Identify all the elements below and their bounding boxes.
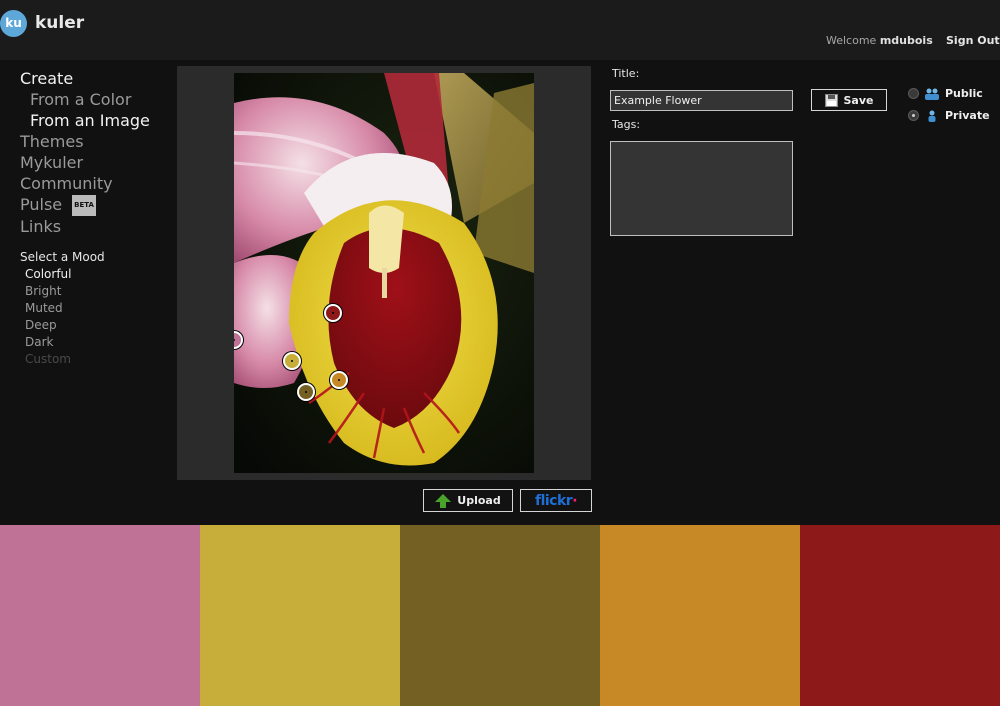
theme-swatches (0, 525, 1000, 706)
username: mdubois (879, 34, 933, 47)
nav-mykuler[interactable]: Mykuler (20, 152, 150, 173)
welcome-prefix: Welcome (826, 34, 877, 47)
swatch-5[interactable] (800, 525, 1000, 706)
mood-custom: Custom (25, 352, 71, 366)
app-name: kuler (35, 13, 85, 33)
save-label: Save (843, 93, 874, 107)
beta-badge: BETA (72, 195, 96, 216)
save-button[interactable]: Save (811, 89, 887, 111)
swatch-4[interactable] (600, 525, 800, 706)
flower-image (234, 73, 534, 473)
mood-deep[interactable]: Deep (20, 317, 105, 334)
title-label: Title: (612, 67, 640, 80)
flickr-logo: flickr· (534, 492, 578, 509)
swatch-2[interactable] (200, 525, 400, 706)
mood-title: Select a Mood (20, 250, 105, 264)
flickr-logo-text: flickr (534, 492, 573, 509)
mood-bright[interactable]: Bright (20, 283, 105, 300)
nav-pulse-label: Pulse (20, 195, 63, 214)
color-picker-4[interactable] (330, 371, 348, 389)
group-users-icon (925, 88, 939, 100)
tags-label: Tags: (612, 118, 641, 131)
kuler-logo[interactable]: ku (0, 10, 27, 37)
public-label: Public (945, 87, 983, 100)
nav-themes[interactable]: Themes (20, 131, 150, 152)
color-picker-3[interactable] (283, 352, 301, 370)
visibility-public[interactable]: Public (908, 87, 983, 100)
image-canvas (177, 66, 591, 480)
mood-dark[interactable]: Dark (20, 334, 105, 351)
welcome-message: Welcome mdubois (826, 34, 933, 47)
private-radio[interactable] (908, 110, 919, 121)
nav-create[interactable]: Create (20, 68, 150, 89)
swatch-1[interactable] (0, 525, 200, 706)
single-user-icon (928, 110, 936, 122)
mood-muted[interactable]: Muted (20, 300, 105, 317)
flickr-button[interactable]: flickr· (520, 489, 592, 512)
nav-from-an-image[interactable]: From an Image (20, 110, 150, 131)
title-input[interactable] (610, 90, 793, 111)
upload-button[interactable]: Upload (423, 489, 513, 512)
nav-community[interactable]: Community (20, 173, 150, 194)
top-bar: ku kuler Welcome mdubois Sign Out (0, 0, 1000, 60)
color-picker-1[interactable] (324, 304, 342, 322)
mood-selector: Select a Mood Colorful Bright Muted Deep… (20, 250, 105, 368)
upload-arrow-icon (435, 493, 452, 508)
swatch-3[interactable] (400, 525, 600, 706)
main-nav: Create From a Color From an Image Themes… (20, 68, 150, 237)
public-radio[interactable] (908, 88, 919, 99)
flickr-logo-dot: · (572, 492, 578, 509)
private-label: Private (945, 109, 990, 122)
nav-pulse[interactable]: Pulse BETA (20, 194, 150, 216)
upload-label: Upload (457, 494, 501, 507)
nav-from-a-color[interactable]: From a Color (20, 89, 150, 110)
flower-photo (234, 73, 534, 473)
visibility-private[interactable]: Private (908, 109, 990, 122)
mood-colorful[interactable]: Colorful (20, 266, 105, 283)
nav-links[interactable]: Links (20, 216, 150, 237)
floppy-disk-icon (824, 93, 838, 107)
color-picker-5[interactable] (297, 383, 315, 401)
sign-out-link[interactable]: Sign Out (946, 34, 1000, 47)
tags-input[interactable] (610, 141, 793, 236)
